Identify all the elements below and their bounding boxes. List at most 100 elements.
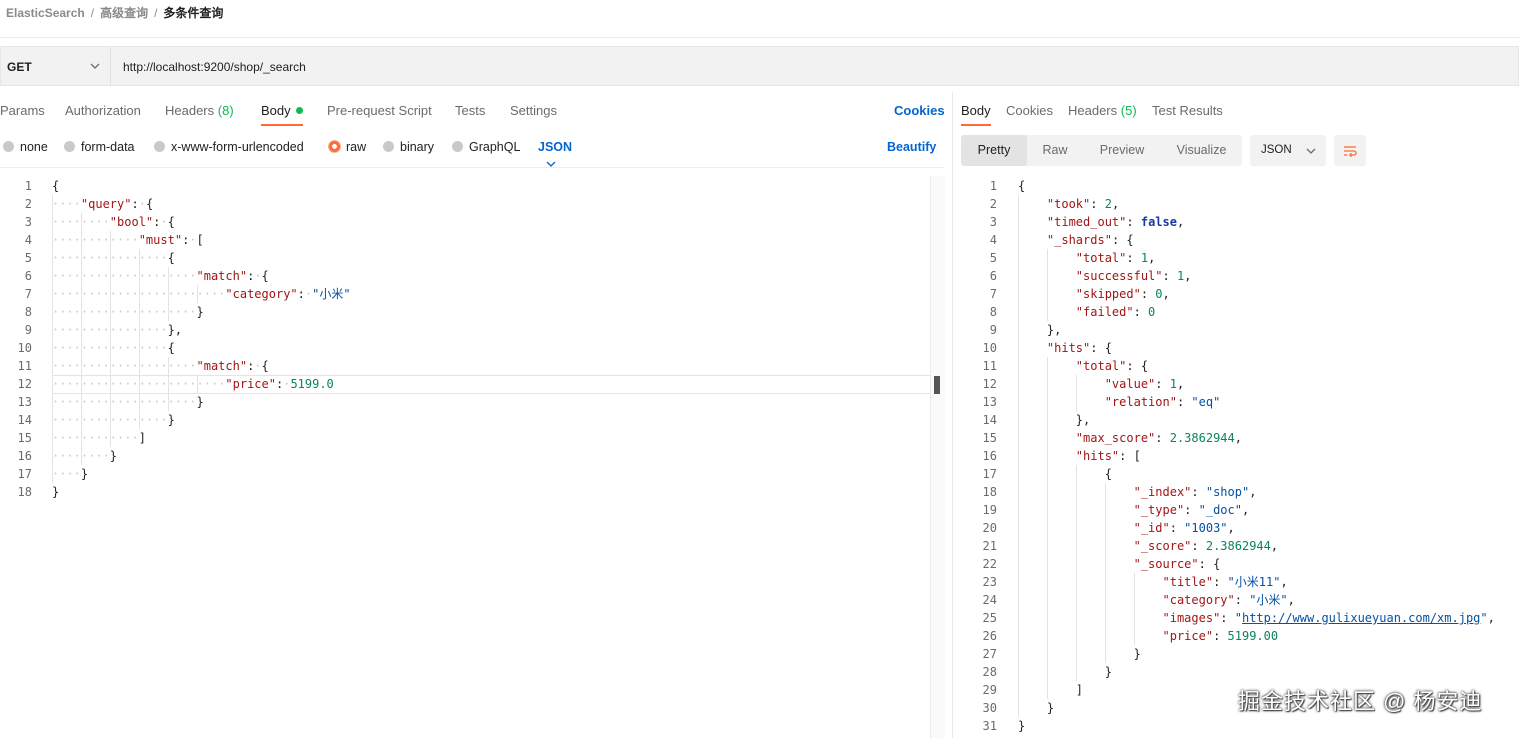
breadcrumb-item-elasticsearch[interactable]: ElasticSearch: [6, 6, 85, 20]
view-raw-button[interactable]: Raw: [1027, 135, 1083, 166]
pane-splitter[interactable]: [952, 92, 953, 738]
raw-format-select[interactable]: JSON: [538, 138, 572, 174]
whitespace-dots: ····················: [52, 305, 197, 319]
radio-form-data[interactable]: form-data: [64, 138, 135, 156]
code-token: :·{: [247, 269, 269, 283]
response-format-select[interactable]: JSON: [1250, 135, 1326, 166]
line-number: 18: [982, 485, 997, 499]
line-number: 13: [982, 395, 997, 409]
radio-raw[interactable]: raw: [329, 138, 366, 156]
radio-binary[interactable]: binary: [383, 138, 434, 156]
indent-guide: [1047, 249, 1048, 321]
code-token: :·{: [131, 197, 153, 211]
code-line: 16 "hits": [: [961, 447, 1519, 465]
line-number: 4: [24, 233, 32, 247]
code-line: 15 ············]: [0, 429, 928, 447]
wrap-lines-button[interactable]: [1334, 135, 1366, 166]
tab-tests[interactable]: Tests: [455, 102, 485, 120]
code-token: 5199.0: [290, 377, 334, 391]
code-line: 14 },: [961, 411, 1519, 429]
code-token: },: [167, 323, 183, 337]
line-number: 3: [24, 215, 32, 229]
code-line: 27 }: [961, 645, 1519, 663]
line-number: 10: [17, 341, 32, 355]
code-token: 2.3862944: [1205, 539, 1271, 553]
radio-urlencoded[interactable]: x-www-form-urlencoded: [154, 138, 304, 156]
code-token: "shop": [1205, 485, 1250, 499]
line-number: 25: [982, 611, 997, 625]
whitespace-dots: ············: [52, 233, 139, 247]
response-format-label: JSON: [1261, 144, 1292, 156]
indent-guide: [197, 285, 198, 303]
code-text: ····················}: [52, 303, 204, 321]
code-token: "eq": [1191, 395, 1221, 409]
code-token: "timed_out": [1046, 215, 1127, 229]
line-number: 7: [989, 287, 997, 301]
response-tab-body[interactable]: Body: [961, 102, 991, 126]
view-preview-button[interactable]: Preview: [1083, 135, 1161, 166]
tab-body[interactable]: Body: [261, 102, 303, 126]
radio-form-data-label: form-data: [81, 140, 135, 154]
line-number: 9: [989, 323, 997, 337]
code-text: "max_score": 2.3862944,: [1018, 429, 1242, 447]
code-text: ····}: [52, 465, 88, 483]
response-body-viewer[interactable]: 1{2 "took": 2, 3 "timed_out": false, 4 "_s…: [961, 177, 1519, 737]
code-token: :: [1162, 269, 1177, 283]
request-body-editor[interactable]: 1{2····"query":·{3········"bool":·{4····…: [0, 177, 928, 737]
line-number: 16: [17, 449, 32, 463]
response-tab-cookies[interactable]: Cookies: [1006, 102, 1053, 120]
line-number: 2: [989, 197, 997, 211]
whitespace-dots: ············: [52, 431, 139, 445]
code-token: :·: [276, 377, 290, 391]
tab-prerequest-script[interactable]: Pre-request Script: [327, 102, 432, 120]
breadcrumb-current: 多条件查询: [163, 6, 224, 20]
code-text: ················},: [52, 321, 182, 339]
beautify-button[interactable]: Beautify: [887, 138, 936, 156]
response-tab-headers[interactable]: Headers (5): [1068, 102, 1137, 120]
code-token: ,: [1487, 611, 1495, 625]
editor-scrollbar[interactable]: [930, 176, 945, 738]
line-number: 5: [24, 251, 32, 265]
code-token: 5199.00: [1227, 629, 1279, 643]
code-token: :: [1090, 197, 1105, 211]
code-token: ,: [1234, 431, 1242, 445]
response-tab-test-results[interactable]: Test Results: [1152, 102, 1223, 120]
radio-circle-checked: [329, 141, 340, 152]
radio-graphql[interactable]: GraphQL: [452, 138, 520, 156]
chevron-down-icon: [1306, 148, 1316, 154]
active-tab-underline: [961, 124, 991, 126]
line-number: 27: [982, 647, 997, 661]
cookies-link[interactable]: Cookies: [894, 102, 945, 120]
code-token: :: [1191, 485, 1206, 499]
radio-none[interactable]: none: [3, 138, 48, 156]
code-token: "_source": [1133, 557, 1199, 571]
tab-authorization[interactable]: Authorization: [65, 102, 141, 120]
code-token: "hits": [1075, 449, 1120, 463]
tab-settings[interactable]: Settings: [510, 102, 557, 120]
editor-scrollbar-thumb[interactable]: [934, 376, 940, 394]
url-link[interactable]: http://www.gulixueyuan.com/xm.jpg: [1242, 611, 1480, 625]
breadcrumb-item-advanced-query[interactable]: 高级查询: [100, 6, 148, 20]
indent-guide: [1134, 573, 1135, 645]
tab-params[interactable]: Params: [0, 102, 45, 120]
url-input[interactable]: http://localhost:9200/shop/_search: [123, 59, 306, 75]
code-text: }: [1018, 645, 1141, 663]
code-token: "1003": [1184, 521, 1228, 535]
view-pretty-button[interactable]: Pretty: [961, 135, 1027, 166]
code-token: "price": [225, 377, 276, 391]
method-select[interactable]: GET: [1, 47, 111, 85]
code-token: ,: [1270, 539, 1279, 553]
code-line: 19 "_type": "_doc",: [961, 501, 1519, 519]
line-number: 22: [982, 557, 997, 571]
code-token: {: [1104, 467, 1112, 481]
view-visualize-button[interactable]: Visualize: [1161, 135, 1242, 166]
line-number: 15: [17, 431, 32, 445]
tab-headers[interactable]: Headers (8): [165, 102, 234, 120]
code-token: "category": [225, 287, 298, 301]
radio-raw-label: raw: [346, 140, 367, 154]
editor-divider: [0, 167, 944, 168]
indent-guide: [1047, 357, 1048, 699]
code-token: :·: [298, 287, 312, 301]
